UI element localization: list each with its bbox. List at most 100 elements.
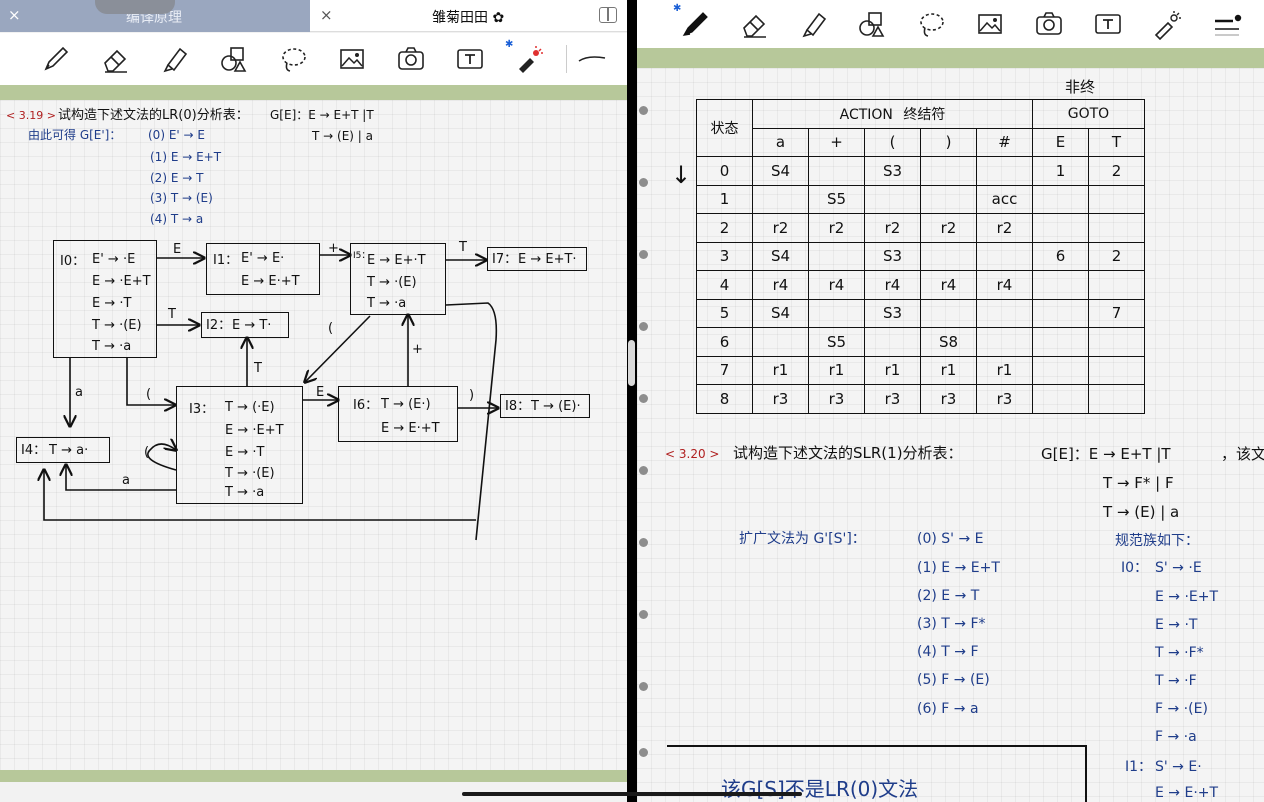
edge-label: (	[146, 387, 152, 402]
table-cell: S4	[752, 241, 809, 271]
tab-drag-handle[interactable]	[95, 0, 175, 14]
lr-item: E → ·T	[225, 445, 265, 460]
state-box-I2[interactable]: I2： E → T·	[201, 312, 289, 338]
state-box-I7[interactable]: I7： E → E+T·	[487, 247, 587, 271]
column-header: E	[1032, 127, 1089, 157]
page-top-edge	[0, 85, 627, 100]
state-box-I8[interactable]: I8： T → (E)·	[500, 394, 590, 418]
image-icon[interactable]	[972, 6, 1008, 42]
shapes-icon[interactable]	[216, 41, 252, 77]
table-cell	[920, 184, 977, 214]
edge-label: T	[459, 240, 467, 255]
table-cell: r2	[808, 213, 865, 243]
home-indicator[interactable]	[462, 792, 802, 796]
lr-item: T → a·	[49, 443, 89, 458]
highlighter-icon[interactable]	[797, 6, 833, 42]
highlighter-icon[interactable]	[158, 41, 194, 77]
state-label: I0：	[60, 254, 86, 269]
laser-pointer-icon[interactable]	[510, 41, 546, 77]
table-cell: r3	[920, 384, 977, 414]
edge-label: a	[75, 385, 83, 400]
split-view-icon[interactable]	[599, 7, 617, 23]
table-row: 0 S4 S3 1 2	[696, 156, 1145, 186]
grammar-tail: ，该文	[1221, 445, 1264, 463]
close-tab-button[interactable]: ×	[8, 6, 21, 24]
eraser-icon[interactable]	[98, 41, 134, 77]
table-cell: S3	[864, 241, 921, 271]
lr-item: T → ·F*	[1155, 645, 1204, 661]
table-cell	[1088, 184, 1145, 214]
state-label: I1：	[1125, 759, 1153, 775]
stroke-width-icon[interactable]	[1209, 6, 1245, 42]
pen-icon[interactable]	[677, 6, 713, 42]
left-note-page[interactable]: < 3.19 > 试构造下述文法的LR(0)分析表： G[E]：E → E+T …	[0, 100, 627, 770]
table-cell	[1032, 270, 1089, 300]
table-row: 3 S4 S3 6 2	[696, 241, 1145, 271]
grammar-line-1: G[E]：E → E+T |T	[1041, 445, 1171, 463]
table-cell	[1088, 270, 1145, 300]
stroke-style-icon[interactable]	[574, 41, 610, 77]
state-cell: 0	[696, 156, 753, 186]
table-row: 6 S5 S8	[696, 327, 1145, 357]
tab-title: 雏菊田田 ✿	[432, 10, 505, 26]
lr-item: E → ·E+T	[225, 423, 284, 438]
state-header: 状态	[696, 99, 753, 157]
text-box-icon[interactable]	[1090, 6, 1126, 42]
shapes-icon[interactable]	[854, 6, 890, 42]
lr-item: T → (·E)	[225, 400, 275, 415]
column-header: #	[976, 127, 1033, 157]
state-cell: 7	[696, 355, 753, 385]
state-cell: 2	[696, 213, 753, 243]
table-row: 2 r2 r2 r2 r2 r2	[696, 213, 1145, 243]
lr-item: E → ·T	[1155, 617, 1198, 633]
column-header: )	[920, 127, 977, 157]
state-box-I5[interactable]: I5： E → E+·T T → ·(E) T → ·a	[350, 243, 446, 315]
state-cell: 4	[696, 270, 753, 300]
table-cell: 1	[1032, 156, 1089, 186]
table-cell: r1	[920, 355, 977, 385]
laser-pointer-icon[interactable]	[1149, 6, 1185, 42]
table-cell: S4	[752, 156, 809, 186]
right-note-page[interactable]: 非终 ↓ 状态 ACTION 终结符 GOTO a + ( ) # E T 0S…	[637, 68, 1264, 802]
close-tab-button[interactable]: ×	[320, 6, 333, 24]
table-cell: 2	[1088, 156, 1145, 186]
state-box-I3[interactable]: I3： T → (·E) E → ·E+T E → ·T T → ·(E) T …	[176, 386, 303, 504]
table-cell	[1088, 327, 1145, 357]
eraser-icon[interactable]	[737, 6, 773, 42]
production-4: (4) T → F	[917, 644, 979, 660]
camera-icon[interactable]	[1031, 6, 1067, 42]
table-cell	[1088, 355, 1145, 385]
left-split-pane: × 编译原理 × 雏菊田田 ✿ ✱ < 3.19 > 试构造下述文法的LR(0)…	[0, 0, 627, 802]
edge-label: +	[328, 241, 339, 256]
augmented-label: 扩广文法为 G'[S']：	[739, 531, 866, 547]
table-cell	[1032, 184, 1089, 214]
lr-item: T → ·(E)	[367, 275, 417, 290]
table-cell: r2	[920, 213, 977, 243]
table-cell: r4	[808, 270, 865, 300]
state-label: I0：	[1121, 560, 1149, 576]
terminal-note: 终结符	[903, 106, 946, 123]
table-cell: r1	[752, 355, 809, 385]
lasso-icon[interactable]	[913, 6, 949, 42]
column-header: (	[864, 127, 921, 157]
text-box-icon[interactable]	[452, 41, 488, 77]
state-label: I3：	[189, 402, 215, 417]
page-hole-dot	[639, 322, 648, 331]
edge-label: (	[144, 445, 150, 460]
split-resize-handle[interactable]	[628, 340, 635, 386]
state-box-I4[interactable]: I4： T → a·	[16, 437, 110, 463]
edge-label: E	[173, 242, 182, 257]
production-5: (5) F → (E)	[917, 672, 990, 688]
state-box-I0[interactable]: I0： E' → ·E E → ·E+T E → ·T T → ·(E) T →…	[53, 240, 157, 358]
table-cell: S3	[864, 298, 921, 328]
state-box-I1[interactable]: I1： E' → E· E → E·+T	[206, 243, 320, 295]
split-divider[interactable]	[627, 0, 637, 802]
table-cell	[808, 156, 865, 186]
lasso-icon[interactable]	[275, 41, 311, 77]
lr-item: F → ·a	[1155, 729, 1197, 745]
image-icon[interactable]	[334, 41, 370, 77]
pen-icon[interactable]	[38, 41, 74, 77]
table-row: 1 S5 acc	[696, 184, 1145, 214]
camera-icon[interactable]	[393, 41, 429, 77]
state-box-I6[interactable]: I6： T → (E·) E → E·+T	[338, 386, 458, 442]
